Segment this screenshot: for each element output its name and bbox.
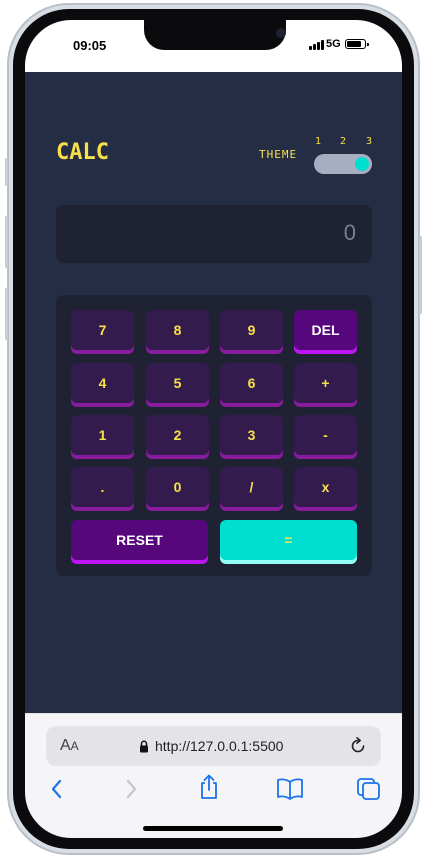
key-2[interactable]: 2 xyxy=(146,415,209,455)
reset-button[interactable]: RESET xyxy=(71,520,208,560)
key-3[interactable]: 3 xyxy=(220,415,283,455)
app-title: CALC xyxy=(56,140,109,165)
key-6[interactable]: 6 xyxy=(220,363,283,403)
front-camera xyxy=(276,28,286,38)
theme-option-3[interactable]: 3 xyxy=(366,136,372,147)
home-indicator xyxy=(143,826,283,831)
key-minus[interactable]: - xyxy=(294,415,357,455)
theme-option-2[interactable]: 2 xyxy=(340,136,346,147)
key-5[interactable]: 5 xyxy=(146,363,209,403)
power-button xyxy=(419,236,422,314)
key-plus[interactable]: + xyxy=(294,363,357,403)
browser-toolbar: AA http://127.0.0.1:5500 xyxy=(25,713,402,838)
keypad: 7 8 9 DEL 4 5 6 + 1 2 3 - . 0 / x RESET … xyxy=(56,295,372,576)
share-icon[interactable] xyxy=(197,774,221,805)
network-type: 5G xyxy=(326,38,341,50)
tabs-icon[interactable] xyxy=(356,777,382,806)
lock-icon xyxy=(139,740,149,758)
key-divide[interactable]: / xyxy=(220,467,283,507)
bookmarks-icon[interactable] xyxy=(276,777,304,806)
key-4[interactable]: 4 xyxy=(71,363,134,403)
reload-icon[interactable] xyxy=(348,736,368,761)
notch xyxy=(144,20,286,50)
text-size-button[interactable]: AA xyxy=(60,737,79,755)
address-bar[interactable]: AA http://127.0.0.1:5500 xyxy=(46,726,381,766)
key-9[interactable]: 9 xyxy=(220,310,283,350)
back-icon[interactable] xyxy=(49,777,65,806)
volume-up-button xyxy=(5,216,8,268)
delete-button[interactable]: DEL xyxy=(294,310,357,350)
key-8[interactable]: 8 xyxy=(146,310,209,350)
url-text: http://127.0.0.1:5500 xyxy=(155,738,284,754)
equals-button[interactable]: = xyxy=(220,520,357,560)
theme-toggle[interactable] xyxy=(314,154,372,174)
theme-label: THEME xyxy=(259,148,298,161)
key-1[interactable]: 1 xyxy=(71,415,134,455)
theme-toggle-knob[interactable] xyxy=(355,157,369,171)
key-0[interactable]: 0 xyxy=(146,467,209,507)
calculator-display: 0 xyxy=(56,205,372,263)
key-multiply[interactable]: x xyxy=(294,467,357,507)
display-value: 0 xyxy=(343,220,356,245)
forward-icon[interactable] xyxy=(123,777,139,806)
theme-option-1[interactable]: 1 xyxy=(315,136,321,147)
status-time: 09:05 xyxy=(73,38,107,53)
silent-switch xyxy=(5,158,8,186)
key-decimal[interactable]: . xyxy=(71,467,134,507)
status-bar: 09:05 5G xyxy=(25,20,402,72)
key-7[interactable]: 7 xyxy=(71,310,134,350)
volume-down-button xyxy=(5,288,8,340)
battery-icon xyxy=(345,39,369,49)
screen: 09:05 5G CALC THEME 1 2 3 0 7 8 9 DEL 4 … xyxy=(25,20,402,838)
